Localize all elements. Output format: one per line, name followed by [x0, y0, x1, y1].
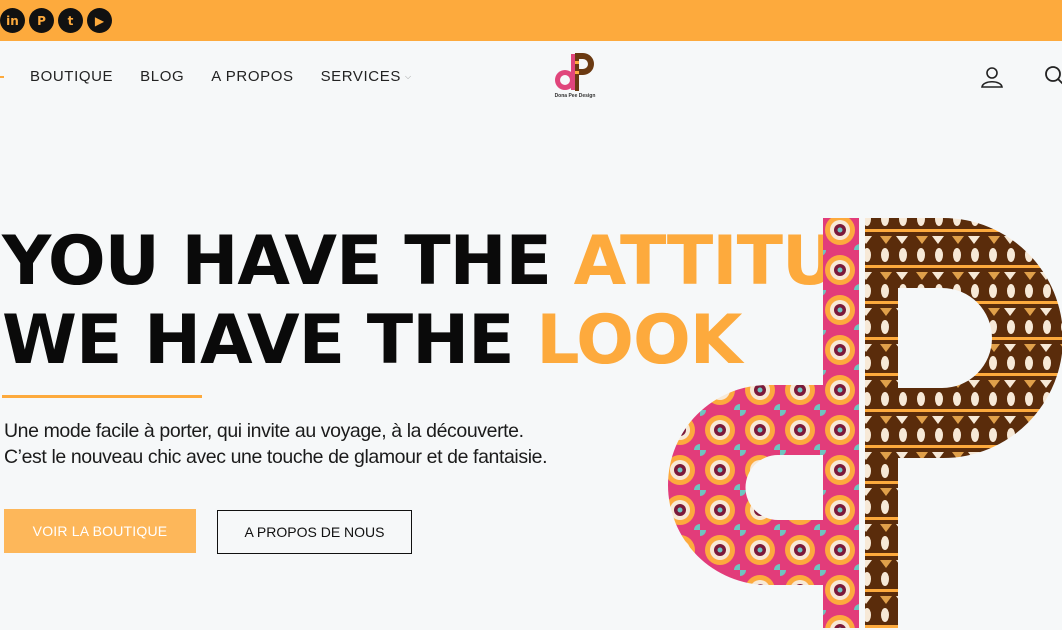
about-us-button[interactable]: A PROPOS DE NOUS [217, 510, 412, 554]
main-navigation: BOUTIQUE BLOG A PROPOS SERVICES ⌵ Dona Pe… [0, 41, 1062, 113]
search-icon[interactable] [1044, 65, 1062, 87]
youtube-icon[interactable]: ▶ [87, 8, 112, 33]
logo-text: Dona Pee Design [554, 93, 596, 99]
twitter-icon[interactable]: t [58, 8, 83, 33]
hero-subtitle: Une mode facile à porter, qui invite au … [4, 418, 548, 470]
headline-divider [2, 395, 202, 398]
nav-item-label: A PROPOS [211, 68, 294, 85]
nav-item-label: BOUTIQUE [30, 68, 114, 85]
site-logo[interactable]: Dona Pee Design [553, 51, 597, 101]
chevron-down-icon: ⌵ [404, 71, 412, 81]
shop-button[interactable]: VOIR LA BOUTIQUE [4, 509, 196, 553]
nav-item-label: SERVICES [320, 68, 401, 85]
headline-line2: WE HAVE THE LOOK [2, 301, 742, 380]
subtitle-line1: Une mode facile à porter, qui invite au … [4, 420, 524, 442]
linkedin-icon[interactable]: in [0, 8, 25, 33]
headline-line1-plain: YOU HAVE THE [2, 222, 574, 301]
pinterest-icon[interactable]: P [29, 8, 54, 33]
nav-item-blog[interactable]: BLOG [140, 68, 184, 85]
nav-item-a-propos[interactable]: A PROPOS [211, 68, 293, 85]
nav-item-label: BLOG [140, 68, 185, 85]
top-bar: in P t ▶ [0, 0, 1062, 41]
social-links: in P t ▶ [0, 8, 112, 33]
logo-mark [555, 53, 594, 91]
nav-item-services[interactable]: SERVICES ⌵ [321, 68, 412, 85]
nav-accent-mark [0, 76, 4, 78]
subtitle-line2: C’est le nouveau chic avec une touche de… [4, 446, 548, 468]
headline-line2-plain: WE HAVE THE [2, 301, 537, 380]
nav-item-boutique[interactable]: BOUTIQUE [30, 68, 113, 85]
hero-logo-illustration [660, 210, 1062, 630]
user-account-icon[interactable] [980, 65, 1004, 89]
nav-menu: BOUTIQUE BLOG A PROPOS SERVICES ⌵ [30, 68, 439, 85]
